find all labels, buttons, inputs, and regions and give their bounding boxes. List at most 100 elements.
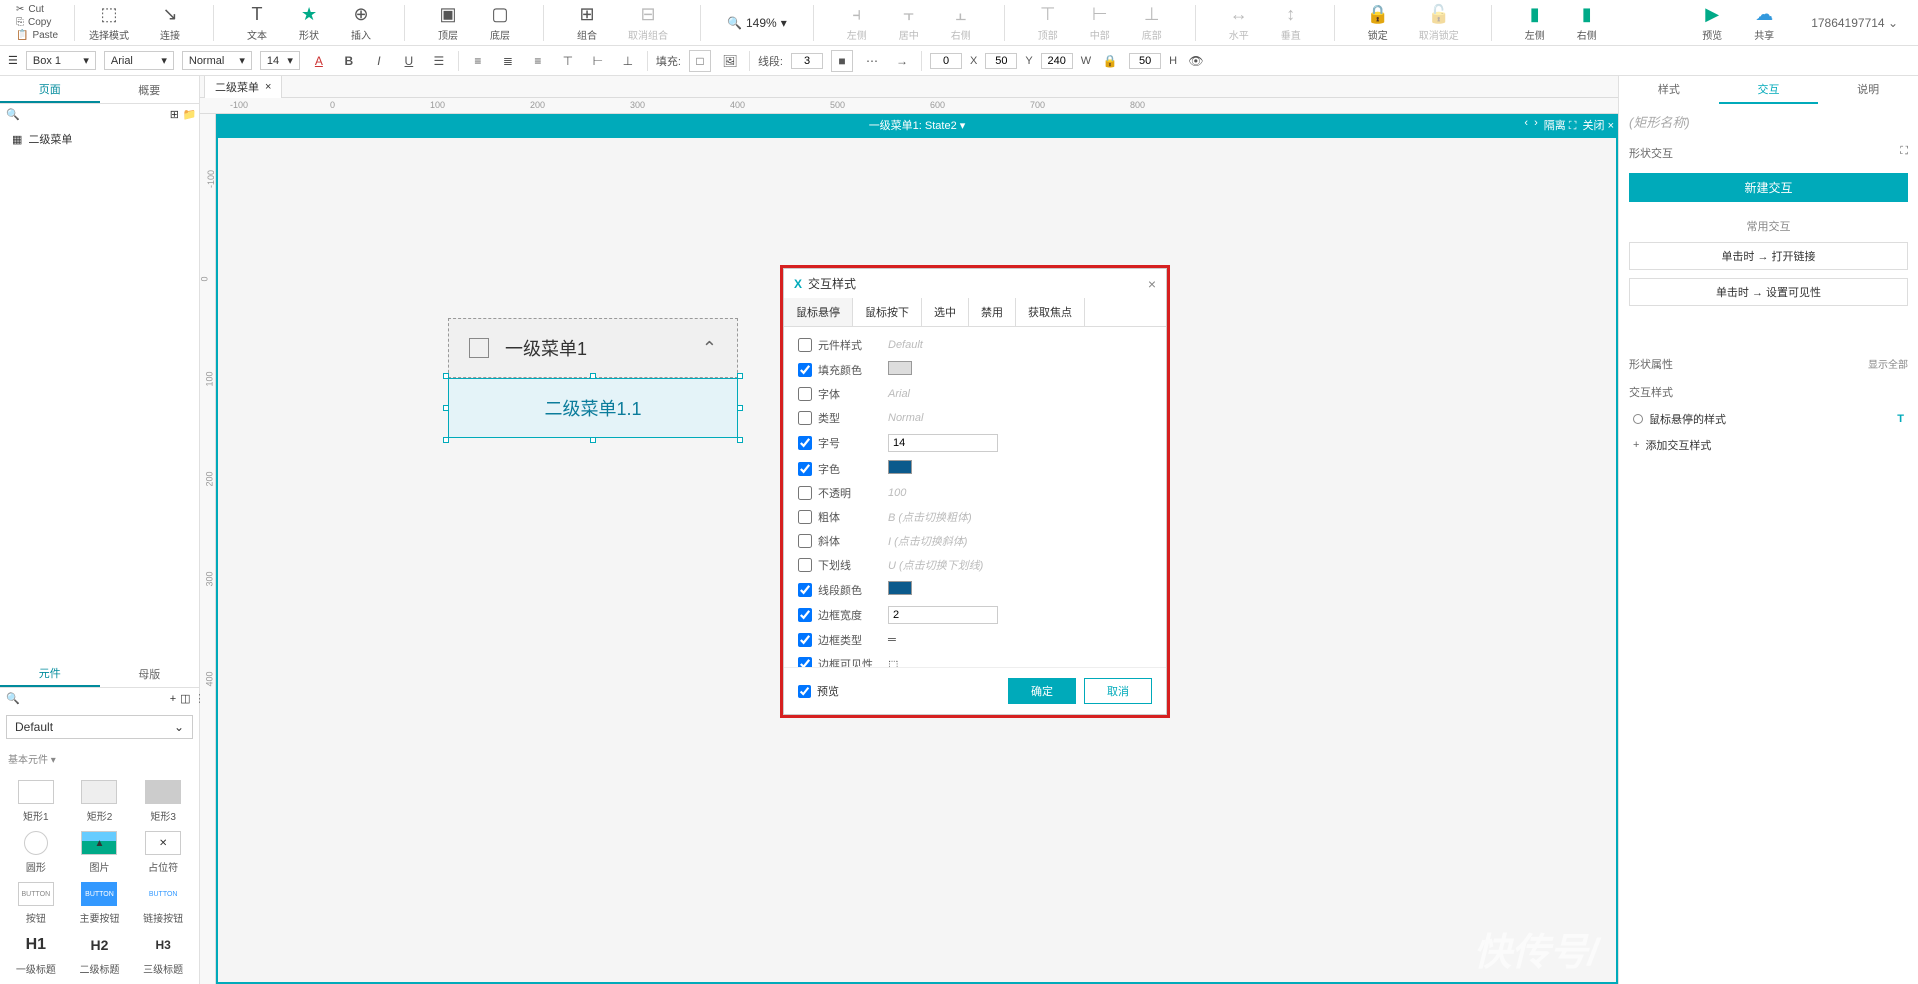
paste-button[interactable]: 📋 Paste (16, 30, 58, 41)
tab-mousedown[interactable]: 鼠标按下 (853, 298, 922, 326)
shape-name-input[interactable]: (矩形名称) (1619, 104, 1918, 139)
size-select[interactable]: 14▾ (260, 51, 300, 70)
state-dropdown[interactable]: 一级菜单1: State2 ▾ (869, 117, 966, 133)
widget-placeholder[interactable]: ✕占位符 (135, 831, 191, 874)
folder-icon[interactable]: 📁 (183, 108, 197, 121)
cut-button[interactable]: ✂ Cut (16, 4, 58, 15)
widget-rect1[interactable]: 矩形1 (8, 780, 64, 823)
bordertype-check[interactable] (798, 633, 812, 647)
borderwidth-check[interactable] (798, 608, 812, 622)
isolate-button[interactable]: 隔离 ⛶ (1544, 117, 1577, 133)
back-button[interactable]: ▢底层 (483, 1, 517, 44)
close-state-button[interactable]: 关闭 × (1583, 117, 1614, 133)
expand-icon[interactable]: ⛶ (1900, 145, 1908, 161)
add-interact-style[interactable]: +添加交互样式 (1619, 432, 1918, 458)
underline-button[interactable]: U (398, 50, 420, 72)
align-center-button[interactable]: ⫟居中 (892, 1, 926, 44)
library-select[interactable]: Default⌄ (6, 715, 193, 739)
widget-h3[interactable]: H3三级标题 (135, 933, 191, 976)
common-click-visibility[interactable]: 单击时 → 设置可见性 (1629, 278, 1908, 306)
line-color-button[interactable]: ■ (831, 50, 853, 72)
underline-check[interactable] (798, 558, 812, 572)
fill-image-button[interactable]: 🖼 (719, 50, 741, 72)
library-browse-icon[interactable]: ◫ (180, 692, 190, 705)
fontsize-check[interactable] (798, 436, 812, 450)
bold-check[interactable] (798, 510, 812, 524)
text-align-center[interactable]: ≣ (497, 50, 519, 72)
tab-style[interactable]: 样式 (1619, 76, 1719, 104)
widget-style-check[interactable] (798, 338, 812, 352)
valign-bot[interactable]: ⊥ (617, 50, 639, 72)
widget-image[interactable]: ▲图片 (72, 831, 128, 874)
dist-v-button[interactable]: ↕垂直 (1274, 1, 1308, 44)
align-left-button[interactable]: ⫞左侧 (840, 1, 874, 44)
align-bottom-button[interactable]: ⊥底部 (1135, 1, 1169, 44)
lock-aspect-icon[interactable]: 🔒 (1099, 50, 1121, 72)
visibility-toggle[interactable]: 👁 (1185, 50, 1207, 72)
widget-rect3[interactable]: 矩形3 (135, 780, 191, 823)
fontsize-input[interactable] (888, 434, 998, 452)
left-panel-toggle[interactable]: ▮左侧 (1518, 1, 1552, 44)
add-library-icon[interactable]: + (170, 693, 176, 705)
cancel-button[interactable]: 取消 (1084, 678, 1152, 704)
tab-outline[interactable]: 概要 (100, 76, 200, 103)
page-item[interactable]: ▦ 二级菜单 (0, 125, 199, 153)
widget-primary-button[interactable]: BUTTON主要按钮 (72, 882, 128, 925)
share-button[interactable]: ☁共享 (1747, 1, 1781, 44)
fill-color-check[interactable] (798, 363, 812, 377)
tab-widgets[interactable]: 元件 (0, 660, 100, 687)
text-color-button[interactable]: A (308, 50, 330, 72)
preview-check[interactable] (798, 685, 811, 698)
style-select-icon[interactable]: ☰ (8, 54, 18, 67)
widget-link-button[interactable]: BUTTON链接按钮 (135, 882, 191, 925)
show-all-link[interactable]: 显示全部 (1868, 356, 1908, 372)
widget-search-input[interactable] (24, 693, 166, 705)
menu2-widget[interactable]: 二级菜单1.1 (448, 378, 738, 438)
shape-button[interactable]: ★形状 (292, 1, 326, 44)
italic-check[interactable] (798, 534, 812, 548)
common-click-link[interactable]: 单击时 → 打开链接 (1629, 242, 1908, 270)
tab-focus[interactable]: 获取焦点 (1016, 298, 1085, 326)
widget-category[interactable]: 基本元件 ▾ (0, 745, 199, 772)
bold-button[interactable]: B (338, 50, 360, 72)
widget-button[interactable]: BUTTON按钮 (8, 882, 64, 925)
user-menu[interactable]: 17864197714 ⌄ (1799, 16, 1910, 30)
nav-next-icon[interactable]: › (1534, 117, 1538, 133)
close-icon[interactable]: × (265, 81, 271, 93)
valign-mid[interactable]: ⊢ (587, 50, 609, 72)
dist-h-button[interactable]: ↔水平 (1222, 1, 1256, 44)
line-style-button[interactable]: ⋯ (861, 50, 883, 72)
line-width-input[interactable] (791, 53, 823, 69)
arrow-button[interactable]: → (891, 50, 913, 72)
x-input[interactable] (930, 53, 962, 69)
zoom-control[interactable]: 🔍 149% ▾ (727, 16, 787, 30)
canvas-tab[interactable]: 二级菜单× (204, 76, 282, 98)
add-page-icon[interactable]: ⊞ (170, 108, 179, 121)
text-align-right[interactable]: ≡ (527, 50, 549, 72)
preview-button[interactable]: ▶预览 (1695, 1, 1729, 44)
new-interaction-button[interactable]: 新建交互 (1629, 173, 1908, 202)
widget-h2[interactable]: H2二级标题 (72, 933, 128, 976)
menu1-widget[interactable]: 一级菜单1 ⌃ (448, 318, 738, 378)
valign-top[interactable]: ⊤ (557, 50, 579, 72)
text-button[interactable]: T文本 (240, 1, 274, 44)
font-check[interactable] (798, 387, 812, 401)
align-top-button[interactable]: ⊤顶部 (1031, 1, 1065, 44)
right-panel-toggle[interactable]: ▮右侧 (1570, 1, 1604, 44)
tab-notes[interactable]: 说明 (1818, 76, 1918, 104)
fontcolor-check[interactable] (798, 462, 812, 476)
connect-button[interactable]: ↘连接 (153, 1, 187, 44)
align-right-button[interactable]: ⫠右侧 (944, 1, 978, 44)
front-button[interactable]: ▣顶层 (431, 1, 465, 44)
copy-button[interactable]: ⎘ Copy (16, 17, 58, 28)
page-search-input[interactable] (24, 109, 166, 121)
widget-name-select[interactable]: Box 1▾ (26, 51, 96, 70)
text-align-left[interactable]: ≡ (467, 50, 489, 72)
opacity-check[interactable] (798, 486, 812, 500)
y-input[interactable] (985, 53, 1017, 69)
group-button[interactable]: ⊞组合 (570, 1, 604, 44)
weight-select[interactable]: Normal▾ (182, 51, 252, 70)
fill-color-button[interactable]: □ (689, 50, 711, 72)
bullets-button[interactable]: ☰ (428, 50, 450, 72)
h-input[interactable] (1129, 53, 1161, 69)
